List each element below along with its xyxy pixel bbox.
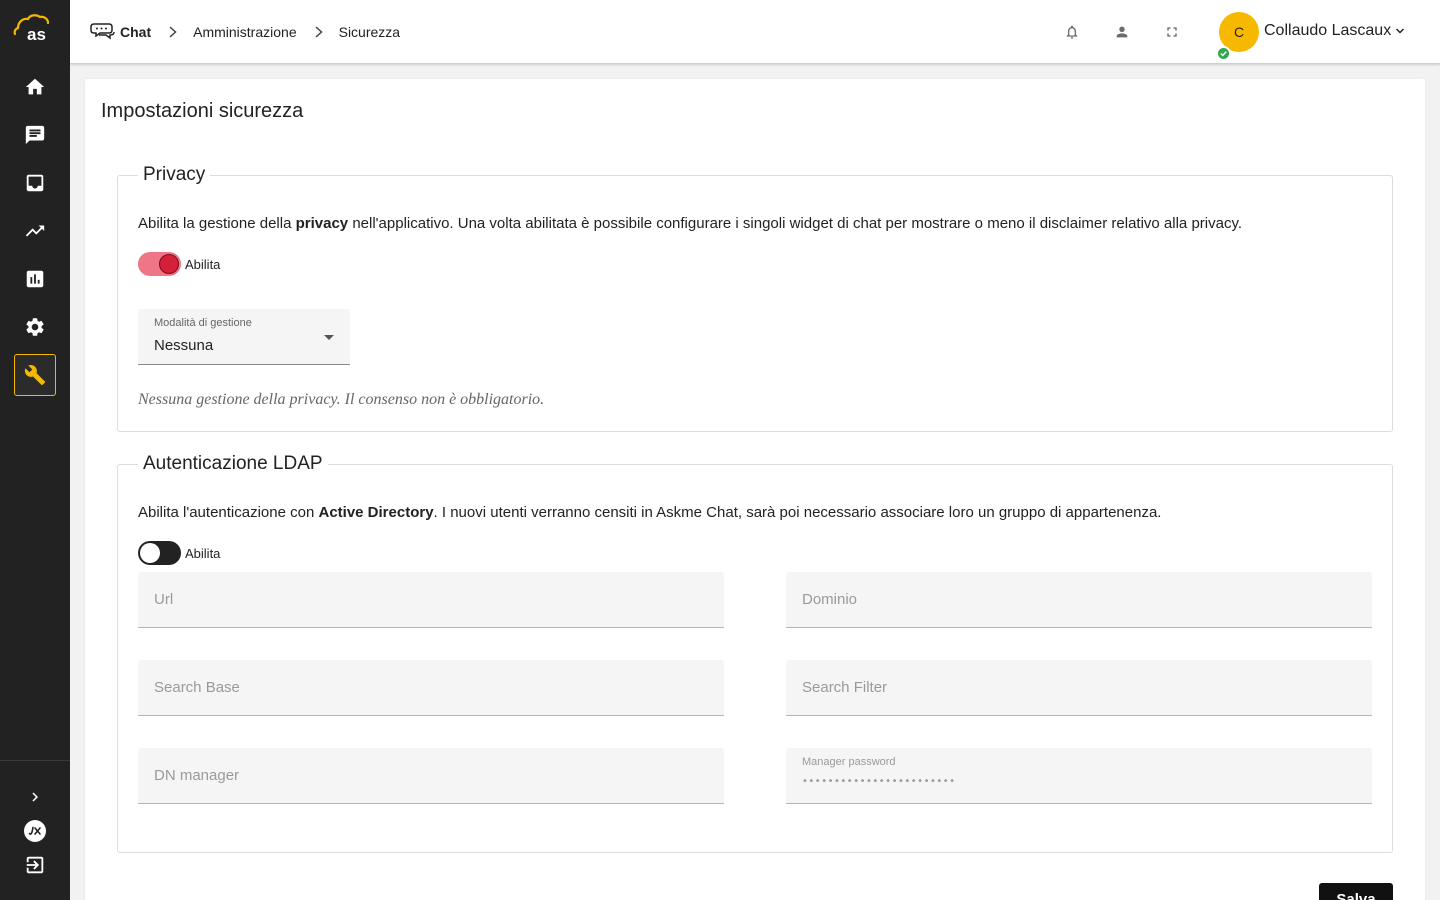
logout-button[interactable] — [14, 844, 56, 886]
lx-icon — [24, 820, 46, 842]
search-base-field[interactable]: Search Base — [138, 660, 724, 716]
online-status-badge — [1216, 46, 1231, 61]
breadcrumb-admin[interactable]: Amministrazione — [193, 24, 296, 40]
chevron-right-icon — [315, 26, 323, 38]
chevron-down-icon — [1396, 28, 1405, 34]
fullscreen-button[interactable] — [1162, 22, 1182, 42]
ldap-description: Abilita l'autenticazione con Active Dire… — [138, 504, 1162, 521]
privacy-mode-label: Modalità di gestione — [154, 317, 252, 329]
profile-button[interactable] — [1112, 22, 1132, 42]
ldap-legend: Autenticazione LDAP — [143, 453, 323, 474]
check-icon — [1220, 51, 1227, 57]
nav-trends[interactable] — [14, 210, 56, 252]
security-settings-card: Impostazioni sicurezza Privacy Abilita l… — [85, 79, 1425, 900]
domain-field[interactable]: Dominio — [786, 572, 1372, 628]
user-name: Collaudo Lascaux — [1264, 22, 1392, 39]
nav-chat[interactable] — [14, 114, 56, 156]
chat-bubbles-icon — [90, 23, 115, 40]
privacy-toggle-row: Abilita — [138, 252, 220, 276]
ldap-enable-toggle[interactable] — [138, 541, 181, 565]
fullscreen-icon — [1167, 27, 1177, 37]
nav-admin[interactable] — [14, 354, 56, 396]
nav-home[interactable] — [14, 66, 56, 108]
privacy-section: Privacy Abilita la gestione della privac… — [117, 164, 1393, 432]
user-menu[interactable]: Collaudo Lascaux — [1264, 22, 1405, 40]
privacy-description: Abilita la gestione della privacy nell'a… — [138, 215, 1243, 232]
ldap-toggle-label: Abilita — [185, 545, 221, 561]
dn-manager-field[interactable]: DN manager — [138, 748, 724, 804]
manager-password-label: Manager password — [802, 756, 896, 768]
nav-settings[interactable] — [14, 306, 56, 348]
nav-inbox[interactable] — [14, 162, 56, 204]
home-icon — [25, 78, 45, 95]
sidebar-divider — [0, 760, 70, 761]
privacy-enable-toggle[interactable] — [138, 252, 181, 276]
inbox-icon — [26, 174, 44, 192]
chevron-right-icon — [169, 26, 177, 38]
bell-icon — [1066, 25, 1078, 39]
chevron-right-icon — [32, 792, 38, 802]
top-header: Chat Amministrazione Sicurezza C Collaud… — [70, 0, 1440, 64]
search-filter-placeholder: Search Filter — [802, 679, 888, 696]
app-logo[interactable]: as — [12, 14, 56, 44]
manager-password-field[interactable]: Manager password •••••••••••••••••••••••… — [786, 748, 1372, 804]
trending-icon — [25, 225, 45, 237]
notifications-button[interactable] — [1062, 22, 1082, 42]
search-filter-field[interactable]: Search Filter — [786, 660, 1372, 716]
breadcrumb-security: Sicurezza — [338, 24, 401, 40]
ldap-toggle-row: Abilita — [138, 541, 220, 565]
breadcrumb-chat[interactable]: Chat — [90, 21, 151, 43]
nav-reports[interactable] — [14, 258, 56, 300]
toggle-knob — [159, 254, 179, 274]
breadcrumb: Chat Amministrazione Sicurezza — [90, 20, 400, 44]
breadcrumb-label: Chat — [120, 24, 152, 40]
avatar-initial: C — [1233, 24, 1245, 40]
bar-chart-icon — [26, 270, 44, 288]
search-base-placeholder: Search Base — [154, 679, 240, 696]
chat-icon — [25, 125, 45, 145]
dn-manager-placeholder: DN manager — [154, 767, 240, 784]
wrench-icon — [24, 365, 46, 386]
dropdown-arrow-icon — [324, 335, 334, 340]
privacy-legend: Privacy — [143, 164, 206, 185]
url-field[interactable]: Url — [138, 572, 724, 628]
domain-placeholder: Dominio — [802, 591, 858, 608]
ldap-section: Autenticazione LDAP Abilita l'autenticaz… — [117, 453, 1393, 853]
toggle-knob — [140, 543, 160, 563]
person-icon — [1116, 26, 1128, 38]
privacy-toggle-label: Abilita — [185, 256, 221, 272]
url-placeholder: Url — [154, 591, 174, 608]
logout-icon — [26, 856, 44, 874]
logo-text: as — [27, 25, 46, 44]
manager-password-value: •••••••••••••••••••••••• — [802, 776, 956, 787]
privacy-mode-value: Nessuna — [154, 337, 214, 354]
gear-icon — [26, 318, 44, 336]
privacy-mode-hint: Nessuna gestione della privacy. Il conse… — [138, 391, 545, 408]
sidebar: as — [0, 0, 70, 900]
privacy-mode-select[interactable]: Modalità di gestione Nessuna — [138, 309, 350, 365]
page-title: Impostazioni sicurezza — [101, 100, 304, 122]
save-button[interactable]: Salva — [1319, 883, 1393, 900]
